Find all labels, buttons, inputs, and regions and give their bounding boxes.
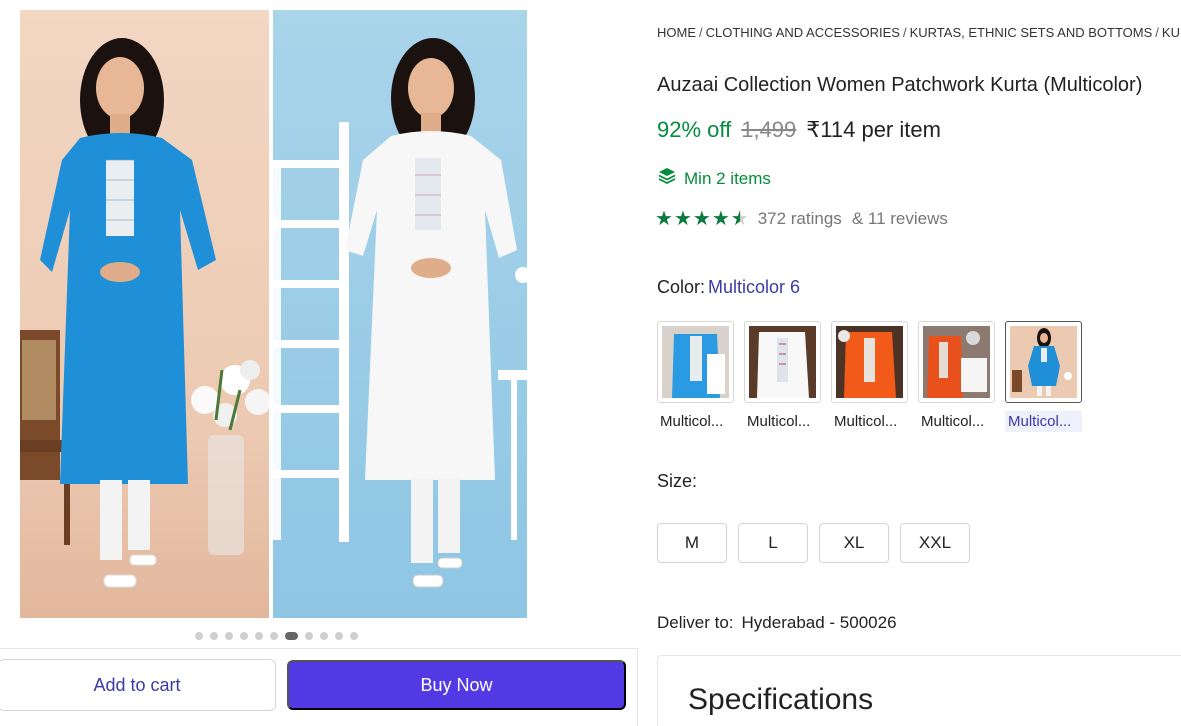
pagination-dot[interactable]	[240, 632, 248, 640]
discount-percent: 92% off	[657, 117, 732, 142]
star-rating: ★ ★ ★ ★ ★	[655, 209, 749, 229]
pagination-dot[interactable]	[210, 632, 218, 640]
selected-color-value: Multicolor 6	[708, 277, 801, 297]
swatch-thumbnail	[831, 321, 908, 403]
pagination-dot[interactable]	[320, 632, 328, 640]
breadcrumb-kurtas[interactable]: KURTAS	[1162, 25, 1181, 40]
buy-now-button[interactable]: Buy Now	[287, 660, 626, 710]
deliver-to-label: Deliver to:	[657, 613, 734, 632]
color-option-2[interactable]: Multicol...	[744, 321, 821, 432]
color-option-4[interactable]: Multicol...	[918, 321, 995, 432]
product-photo-white-kurta[interactable]	[273, 10, 527, 618]
reviews-count: & 11 reviews	[851, 209, 948, 228]
breadcrumb-clothing[interactable]: CLOTHING AND ACCESSORIES	[706, 25, 900, 40]
size-option-m[interactable]: M	[657, 523, 727, 563]
breadcrumb-kurtas-ethnic[interactable]: KURTAS, ETHNIC SETS AND BOTTOMS	[910, 25, 1153, 40]
specifications-heading: Specifications	[688, 683, 874, 716]
color-option-1[interactable]: Multicol...	[657, 321, 734, 432]
original-price: 1,499	[741, 117, 797, 142]
pagination-dot[interactable]	[255, 632, 263, 640]
star-icon: ★	[692, 208, 711, 230]
add-to-cart-button[interactable]: Add to cart	[0, 659, 276, 711]
star-icon: ★	[655, 208, 673, 230]
swatch-thumbnail	[1005, 321, 1082, 403]
pagination-dot[interactable]	[350, 632, 358, 640]
selling-price: ₹114 per item	[806, 117, 941, 142]
pagination-dot[interactable]	[335, 632, 343, 640]
pagination-dot[interactable]	[305, 632, 313, 640]
color-label-text: Color:	[657, 277, 706, 297]
pagination-dot[interactable]	[225, 632, 233, 640]
size-option-xxl[interactable]: XXL	[900, 523, 970, 563]
pagination-dot[interactable]	[195, 632, 203, 640]
star-icon: ★	[673, 208, 692, 230]
star-icon: ★	[711, 208, 730, 230]
swatch-label: Multicol...	[660, 413, 724, 430]
delivery-pincode: Hyderabad - 500026	[741, 613, 897, 632]
pagination-dot[interactable]	[270, 632, 278, 640]
actions-divider	[0, 648, 638, 649]
size-option-l[interactable]: L	[738, 523, 808, 563]
ratings-count: 372 ratings	[757, 209, 842, 228]
swatch-label: Multicol...	[921, 413, 985, 430]
pagination-dot-active[interactable]	[285, 632, 298, 640]
breadcrumb: HOME / CLOTHING AND ACCESSORIES / KURTAS, ET…	[657, 25, 1181, 40]
product-image-gallery[interactable]	[20, 10, 527, 618]
delivery-location[interactable]: Deliver to: Hyderabad - 500026	[657, 613, 897, 633]
breadcrumb-home[interactable]: HOME	[657, 25, 696, 40]
swatch-label: Multicol...	[834, 413, 898, 430]
color-swatches: Multicol... Multicol... Multicol... Mult…	[657, 321, 1082, 432]
size-selector-label: Size:	[657, 471, 698, 491]
gallery-pagination[interactable]	[195, 632, 358, 640]
min-order-info: Min 2 items	[657, 166, 771, 191]
min-items-label: Min 2 items	[684, 168, 771, 188]
swatch-thumbnail	[657, 321, 734, 403]
half-star-icon: ★	[730, 208, 749, 230]
column-divider	[637, 648, 638, 726]
swatch-thumbnail	[744, 321, 821, 403]
rating-summary[interactable]: ★ ★ ★ ★ ★ 372 ratings & 11 reviews	[655, 209, 955, 229]
swatch-label: Multicol...	[1005, 411, 1082, 432]
swatch-label: Multicol...	[747, 413, 811, 430]
swatch-thumbnail	[918, 321, 995, 403]
layers-icon	[657, 166, 677, 191]
product-photo-blue-kurta[interactable]	[20, 10, 269, 618]
size-option-xl[interactable]: XL	[819, 523, 889, 563]
color-option-6-selected[interactable]: Multicol...	[1005, 321, 1082, 432]
product-title: Auzaai Collection Women Patchwork Kurta …	[657, 74, 1143, 96]
price-row: 92% off 1,499 ₹114 per item	[657, 117, 941, 143]
color-option-3[interactable]: Multicol...	[831, 321, 908, 432]
color-selector-label: Color: Multicolor 6	[657, 277, 800, 298]
size-options: M L XL XXL	[657, 523, 970, 563]
